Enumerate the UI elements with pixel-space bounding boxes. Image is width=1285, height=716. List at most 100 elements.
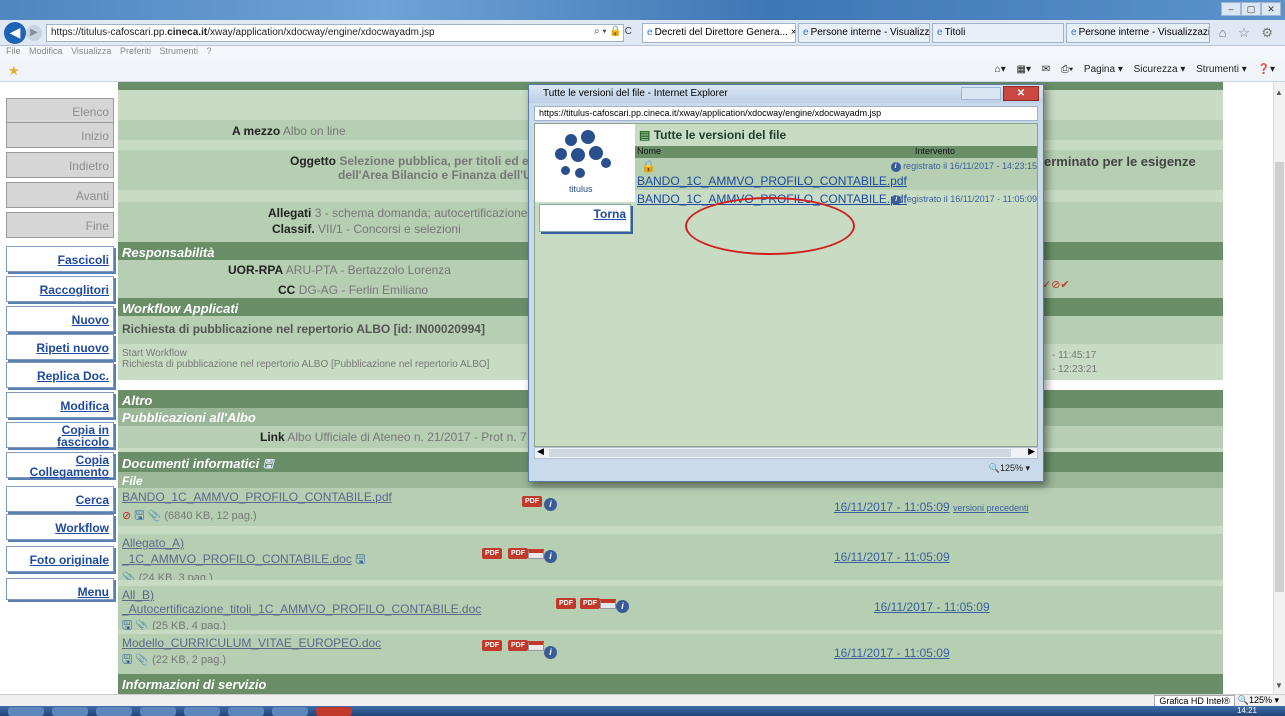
sidebar-raccoglitori[interactable]: Raccoglitori xyxy=(6,276,114,302)
sidebar-avanti[interactable]: Avanti xyxy=(6,182,114,208)
menu-file[interactable]: File xyxy=(6,46,21,56)
registered-text: registrato il 16/11/2017 - 11:05:09 xyxy=(903,194,1037,204)
cmd-pagina[interactable]: Pagina ▾ xyxy=(1084,64,1123,75)
favorites-star-icon[interactable]: ★ xyxy=(8,63,20,79)
cmd-strumenti[interactable]: Strumenti ▾ xyxy=(1196,64,1247,75)
file-name[interactable]: Modello_CURRICULUM_VITAE_EUROPEO.doc xyxy=(122,636,1219,650)
file-date[interactable]: 16/11/2017 - 11:05:09 xyxy=(874,600,990,614)
file-name[interactable]: BANDO_1C_AMMVO_PROFILO_CONTABILE.pdf xyxy=(122,490,1219,504)
sidebar-elenco[interactable]: Elenco xyxy=(6,98,114,124)
link-value[interactable]: Albo Ufficiale di Ateneo n. 21/2017 - Pr… xyxy=(287,430,526,444)
start-button-icon[interactable] xyxy=(8,707,44,716)
zoom-level[interactable]: 🔍125% ▾ xyxy=(1238,695,1279,706)
info-icon[interactable]: i xyxy=(544,498,557,511)
sidebar-copia-collegamento[interactable]: Copia Collegamento xyxy=(6,452,114,478)
sidebar-modifica[interactable]: Modifica xyxy=(6,392,114,418)
menu-modifica[interactable]: Modifica xyxy=(29,46,63,56)
close-window-button[interactable]: ✕ xyxy=(1261,2,1281,16)
file-date[interactable]: 16/11/2017 - 11:05:09 xyxy=(834,646,950,660)
file-date[interactable]: 16/11/2017 - 11:05:09 xyxy=(834,500,950,514)
save-icon[interactable]: 🖫 xyxy=(122,652,132,666)
info-icon[interactable]: i xyxy=(890,161,901,172)
print-pdf-icon[interactable]: PDF xyxy=(522,494,542,508)
popup-horizontal-scrollbar[interactable]: ◀ ▶ xyxy=(534,446,1038,459)
popup-address-bar[interactable]: https://titulus-cafoscari.pp.cineca.it/x… xyxy=(534,106,1038,121)
tab-titoli[interactable]: e Titoli xyxy=(932,23,1064,43)
scroll-thumb[interactable] xyxy=(549,449,1011,457)
minimize-button[interactable]: – xyxy=(1221,2,1241,16)
taskbar-app-icon[interactable] xyxy=(184,707,220,716)
versioni-precedenti-link[interactable]: versioni precedenti xyxy=(953,503,1029,513)
cmd-sicurezza[interactable]: Sicurezza ▾ xyxy=(1134,64,1186,75)
page-vertical-scrollbar[interactable]: ▲ ▼ xyxy=(1273,82,1285,694)
sidebar-foto-originale[interactable]: Foto originale xyxy=(6,546,114,572)
sidebar-replica-doc[interactable]: Replica Doc. xyxy=(6,362,114,388)
info-icon[interactable]: i xyxy=(616,600,629,613)
version-file-link[interactable]: BANDO_1C_AMMVO_PROFILO_CONTABILE.pdf xyxy=(637,174,907,188)
popup-close-button[interactable]: ✕ xyxy=(1003,86,1039,101)
address-bar[interactable]: https://titulus-cafoscari.pp.cineca.it/x… xyxy=(46,24,624,42)
torna-button[interactable]: Torna xyxy=(539,204,631,232)
save-icon[interactable]: 🖫 xyxy=(355,552,365,566)
taskbar-app-icon[interactable] xyxy=(96,707,132,716)
command-bar: ⌂▾ ▦▾ ✉ ⎙▾ Pagina ▾ Sicurezza ▾ Strument… xyxy=(987,64,1275,75)
sidebar-menu[interactable]: Menu xyxy=(6,578,114,600)
print-pdf-icon[interactable]: PDF xyxy=(482,638,502,652)
sidebar-nuovo[interactable]: Nuovo xyxy=(6,306,114,332)
scroll-thumb[interactable] xyxy=(1275,162,1284,592)
maximize-button[interactable]: ▢ xyxy=(1241,2,1261,16)
help-icon[interactable]: ❓▾ xyxy=(1258,64,1275,75)
convert-pdf-icon[interactable]: PDF xyxy=(508,546,544,560)
sidebar-workflow[interactable]: Workflow xyxy=(6,514,114,540)
taskbar-app-icon[interactable] xyxy=(52,707,88,716)
scroll-down-icon[interactable]: ▼ xyxy=(1275,681,1283,690)
save-icon[interactable]: 🖫 xyxy=(263,457,273,471)
cc-action-icons[interactable]: ✓⊘✔ xyxy=(1042,278,1070,291)
file-date[interactable]: 16/11/2017 - 11:05:09 xyxy=(834,550,950,564)
sidebar-copia-in-fascicolo[interactable]: Copia in fascicolo xyxy=(6,422,114,448)
info-icon[interactable]: i xyxy=(891,194,902,205)
scroll-up-icon[interactable]: ▲ xyxy=(1275,88,1283,97)
feed-icon[interactable]: ▦▾ xyxy=(1017,64,1031,75)
tab-close-icon[interactable]: × xyxy=(791,27,795,38)
convert-pdf-icon[interactable]: PDF xyxy=(508,638,544,652)
taskbar-app-icon[interactable] xyxy=(272,707,308,716)
print-pdf-icon[interactable]: PDF xyxy=(556,596,576,610)
file-name[interactable]: _Autocertificazione_titoli_1C_AMMVO_PROF… xyxy=(122,602,1219,616)
sidebar-fascicoli[interactable]: Fascicoli xyxy=(6,246,114,272)
menu-help[interactable]: ? xyxy=(207,46,212,56)
convert-pdf-icon[interactable]: PDF xyxy=(580,596,616,610)
address-tools[interactable]: ⌕ ▾ 🔒 C xyxy=(594,26,632,37)
info-icon[interactable]: i xyxy=(544,550,557,563)
tab-decreti[interactable]: e Decreti del Direttore Genera... × xyxy=(642,23,796,43)
popup-min-max-buttons[interactable] xyxy=(961,87,1001,100)
mail-icon[interactable]: ✉ xyxy=(1042,64,1050,75)
sidebar-inizio[interactable]: Inizio xyxy=(6,122,114,148)
save-icon[interactable]: 🖫 xyxy=(134,508,144,522)
forward-arrow-icon[interactable]: ▶ xyxy=(26,25,42,41)
tab-persone-interne-2[interactable]: e Persone interne - Visualizzazio... xyxy=(1066,23,1210,43)
home-icon[interactable]: ⌂▾ xyxy=(995,64,1006,75)
tab-persone-interne[interactable]: ePersone interne - Visualizzazio... xyxy=(798,23,930,43)
ie-icon: e xyxy=(937,27,943,38)
menu-preferiti[interactable]: Preferiti xyxy=(120,46,151,56)
home-star-gear-icons[interactable]: ⌂ ☆ ⚙ xyxy=(1219,25,1277,41)
taskbar-app-icon[interactable] xyxy=(228,707,264,716)
back-arrow-icon[interactable]: ◀ xyxy=(4,22,26,44)
popup-zoom[interactable]: 🔍125% ▾ xyxy=(534,461,1038,477)
info-icon[interactable]: i xyxy=(544,646,557,659)
menu-strumenti[interactable]: Strumenti xyxy=(159,46,198,56)
print-pdf-icon[interactable]: PDF xyxy=(482,546,502,560)
menu-visualizza[interactable]: Visualizza xyxy=(71,46,111,56)
taskbar-app-icon[interactable] xyxy=(140,707,176,716)
scroll-left-icon[interactable]: ◀ xyxy=(537,446,544,457)
sidebar-cerca[interactable]: Cerca xyxy=(6,486,114,512)
taskbar-app-icon[interactable] xyxy=(316,707,352,716)
sidebar-fine[interactable]: Fine xyxy=(6,212,114,238)
sidebar-ripeti-nuovo[interactable]: Ripeti nuovo xyxy=(6,334,114,360)
sidebar-indietro[interactable]: Indietro xyxy=(6,152,114,178)
print-icon[interactable]: ⎙▾ xyxy=(1061,64,1073,75)
scroll-right-icon[interactable]: ▶ xyxy=(1028,446,1035,457)
address-path: /xway/application/xdocway/engine/xdocway… xyxy=(207,27,435,38)
file-name[interactable]: _1C_AMMVO_PROFILO_CONTABILE.doc xyxy=(122,552,352,566)
